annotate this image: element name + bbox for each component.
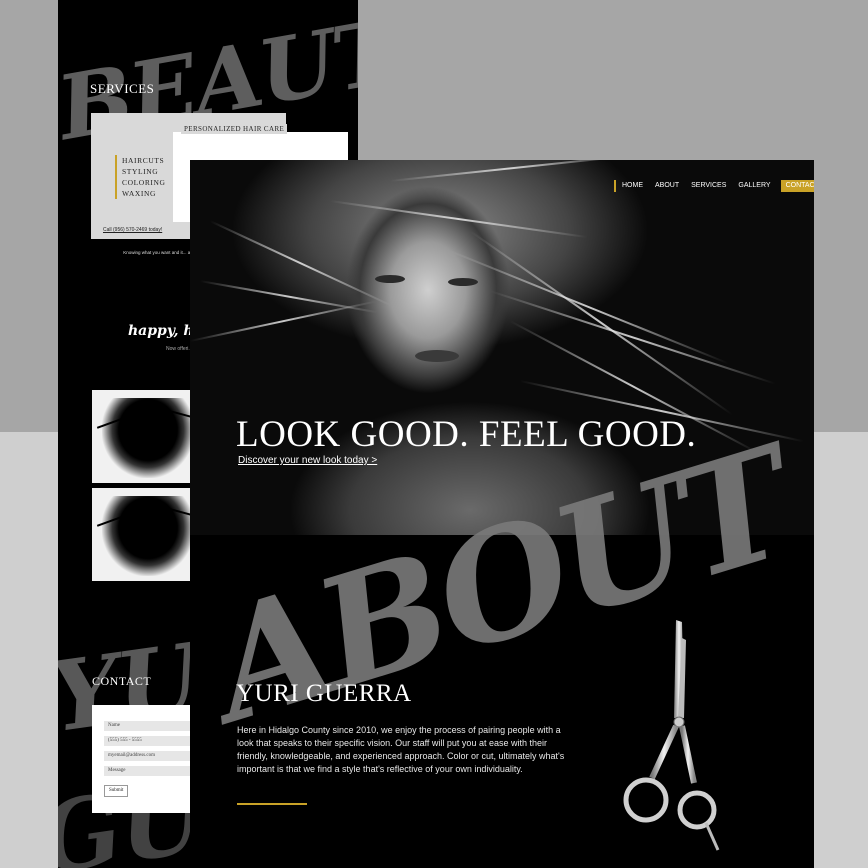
hero-photo-eye	[448, 278, 478, 286]
hero-photo-lips	[415, 350, 459, 362]
phone-field[interactable]: (555) 555 - 5555	[104, 736, 199, 746]
gallery-photo[interactable]	[92, 390, 192, 483]
accent-rule	[237, 803, 307, 805]
hero-cta-link[interactable]: Discover your new look today >	[238, 455, 377, 466]
happy-subtext: Now offeri...	[166, 346, 193, 352]
hair-strand	[449, 250, 729, 365]
services-heading: SERVICES	[90, 81, 155, 96]
email-field[interactable]: myemail@address.com	[104, 751, 199, 761]
nav-services[interactable]: SERVICES	[685, 180, 732, 192]
gallery-photo[interactable]	[92, 488, 192, 581]
nav-home[interactable]: HOME	[614, 180, 649, 192]
service-item: HAIRCUTS	[115, 155, 166, 166]
service-item: COLORING	[115, 177, 166, 188]
hair-strand	[209, 220, 392, 307]
main-nav: HOME ABOUT SERVICES GALLERY CONTACT	[614, 180, 814, 192]
service-item: WAXING	[115, 188, 166, 199]
contact-heading: CONTACT	[92, 674, 152, 688]
hair-strand	[489, 290, 776, 385]
services-list: HAIRCUTS STYLING COLORING WAXING	[115, 155, 166, 199]
call-link[interactable]: Call (956) 570-2469 today!	[103, 227, 162, 233]
name-field[interactable]: Name	[104, 721, 199, 731]
about-text: Here in Hidalgo County since 2010, we en…	[237, 725, 565, 774]
front-page-mockup: HOME ABOUT SERVICES GALLERY CONTACT LOOK…	[190, 160, 814, 868]
hero-title: LOOK GOOD. FEEL GOOD.	[236, 414, 697, 455]
hero-photo-eye	[375, 275, 405, 283]
hair-strand	[389, 160, 629, 182]
nav-gallery[interactable]: GALLERY	[732, 180, 776, 192]
service-item: STYLING	[115, 166, 166, 177]
scissors-icon	[623, 620, 720, 851]
hair-strand	[329, 200, 588, 239]
nav-about[interactable]: ABOUT	[649, 180, 685, 192]
hair-silhouette	[102, 398, 192, 478]
about-heading: YURI GUERRA	[236, 680, 412, 707]
nav-contact-button[interactable]: CONTACT	[780, 180, 814, 192]
services-card-title: PERSONALIZED HAIR CARE	[181, 124, 288, 134]
contact-form: Name (555) 555 - 5555 myemail@address.co…	[92, 705, 202, 813]
hair-strand	[469, 230, 733, 416]
hair-silhouette	[102, 496, 192, 576]
message-field[interactable]: Message	[104, 766, 199, 776]
submit-button[interactable]: Submit	[104, 785, 129, 797]
